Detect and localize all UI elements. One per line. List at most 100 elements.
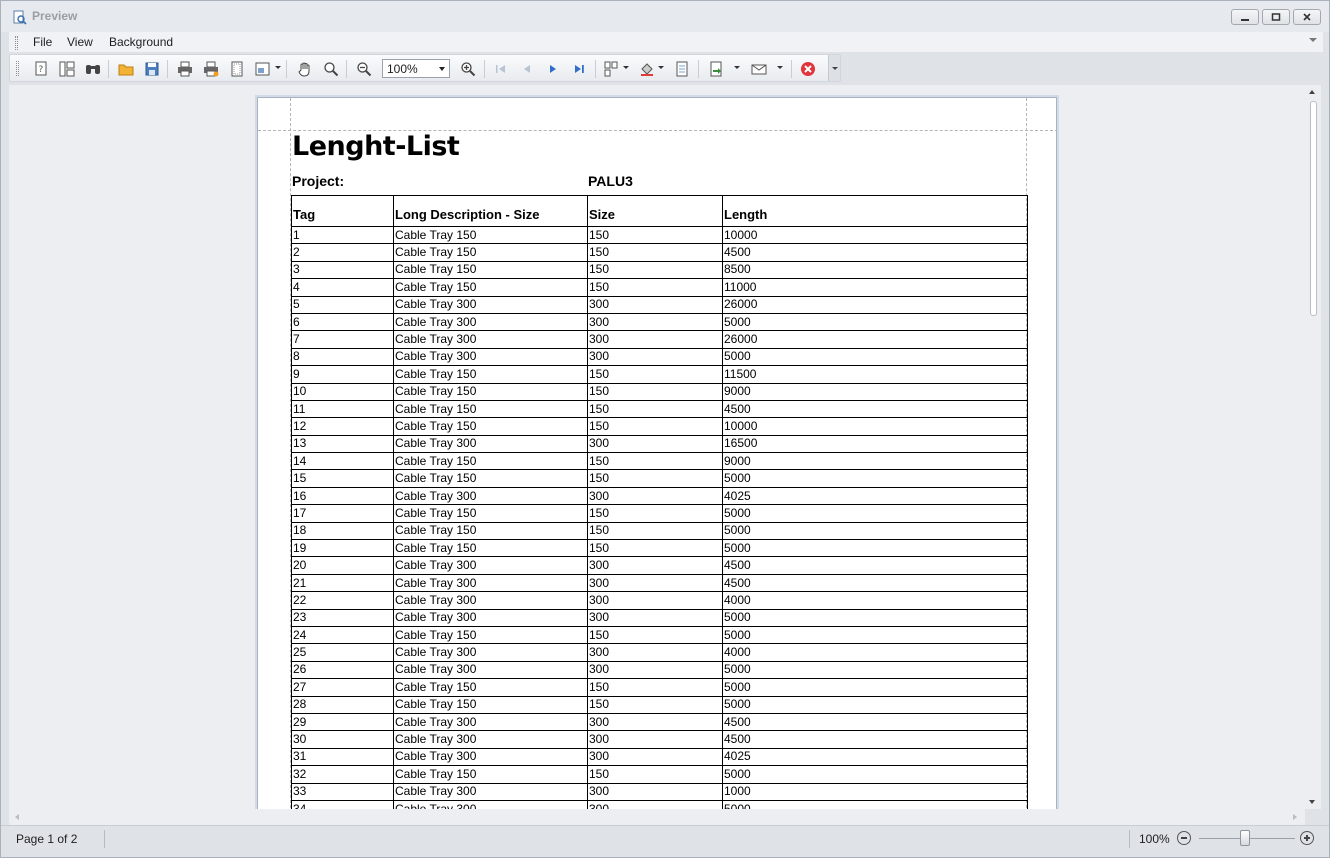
- cell-description: Cable Tray 150: [393, 365, 588, 384]
- open-icon[interactable]: [117, 60, 135, 78]
- zoom-out-button[interactable]: [1177, 831, 1191, 845]
- previous-page-icon[interactable]: [518, 60, 536, 78]
- table-row: 34 Cable Tray 300 300 5000: [291, 799, 1028, 809]
- send-email-dropdown-icon[interactable]: [777, 66, 783, 69]
- cell-length: 10000: [722, 225, 1028, 245]
- cell-length: 5000: [722, 504, 1028, 523]
- export-dropdown-icon[interactable]: [734, 66, 740, 69]
- cell-size: 300: [587, 434, 723, 454]
- help-icon[interactable]: ?: [32, 60, 50, 78]
- zoom-in-button[interactable]: [1300, 831, 1314, 845]
- cell-tag: 22: [291, 591, 394, 610]
- export-icon[interactable]: [707, 60, 725, 78]
- background-color-dropdown-icon[interactable]: [658, 66, 664, 69]
- search-icon[interactable]: [84, 60, 102, 78]
- cell-tag: 11: [291, 399, 394, 419]
- toolbar-grip[interactable]: [16, 61, 19, 76]
- cell-description: Cable Tray 150: [393, 625, 588, 645]
- zoom-in-icon[interactable]: [459, 60, 477, 78]
- cell-size: 150: [587, 765, 723, 784]
- status-separator: [1129, 830, 1130, 848]
- cell-size: 150: [587, 278, 723, 297]
- cell-tag: 7: [291, 330, 394, 349]
- multiple-pages-icon[interactable]: [603, 60, 621, 78]
- cell-size: 150: [587, 695, 723, 714]
- maximize-button[interactable]: [1262, 9, 1290, 25]
- horizontal-scrollbar[interactable]: [9, 809, 1305, 825]
- scroll-right-icon[interactable]: [1293, 814, 1297, 820]
- cell-size: 150: [587, 225, 723, 245]
- cell-tag: 28: [291, 695, 394, 714]
- save-icon[interactable]: [143, 60, 161, 78]
- minimize-button[interactable]: [1231, 9, 1259, 25]
- zoom-combo[interactable]: 100%: [382, 59, 450, 78]
- scale-icon[interactable]: [254, 60, 272, 78]
- menu-background[interactable]: Background: [109, 35, 173, 49]
- vertical-scrollbar[interactable]: [1305, 85, 1321, 809]
- page-setup-icon[interactable]: [228, 60, 246, 78]
- hand-tool-icon[interactable]: [296, 60, 314, 78]
- cell-description: Cable Tray 300: [393, 782, 588, 801]
- scroll-down-icon[interactable]: [1309, 800, 1315, 804]
- vertical-scroll-thumb[interactable]: [1310, 101, 1317, 316]
- cell-description: Cable Tray 150: [393, 678, 588, 697]
- close-preview-icon[interactable]: [799, 60, 817, 78]
- quick-print-icon[interactable]: [202, 60, 220, 78]
- column-header-tag: Tag: [291, 195, 394, 227]
- close-icon: [1303, 13, 1311, 21]
- table-row: 15 Cable Tray 150 150 5000: [291, 469, 1028, 488]
- cell-length: 8500: [722, 260, 1028, 280]
- watermark-icon[interactable]: [673, 60, 691, 78]
- cell-tag: 13: [291, 434, 394, 454]
- cell-description: Cable Tray 300: [393, 660, 588, 680]
- table-row: 30 Cable Tray 300 300 4500: [291, 730, 1028, 749]
- menu-view[interactable]: View: [67, 35, 93, 49]
- window-title: Preview: [32, 9, 78, 23]
- multiple-pages-dropdown-icon[interactable]: [623, 66, 629, 69]
- magnifier-icon[interactable]: [322, 60, 340, 78]
- toolbar-overflow-button[interactable]: [828, 55, 840, 81]
- cell-tag: 27: [291, 678, 394, 697]
- cell-description: Cable Tray 150: [393, 399, 588, 419]
- cell-description: Cable Tray 300: [393, 295, 588, 314]
- cell-size: 150: [587, 625, 723, 645]
- restore-icon: [1271, 13, 1281, 21]
- table-row: 16 Cable Tray 300 300 4025: [291, 486, 1028, 506]
- toolbar-separator: [484, 60, 485, 78]
- first-page-icon[interactable]: [492, 60, 510, 78]
- cell-size: 300: [587, 730, 723, 749]
- cell-size: 150: [587, 260, 723, 280]
- table-row: 10 Cable Tray 150 150 9000: [291, 382, 1028, 401]
- scroll-up-icon[interactable]: [1309, 90, 1315, 94]
- close-window-button[interactable]: [1293, 9, 1321, 25]
- zoom-slider-thumb[interactable]: [1240, 830, 1250, 846]
- menu-overflow-icon[interactable]: [1309, 38, 1317, 42]
- parameters-icon[interactable]: [58, 60, 76, 78]
- cell-description: Cable Tray 300: [393, 591, 588, 610]
- table-row: 17 Cable Tray 150 150 5000: [291, 504, 1028, 523]
- cell-length: 4500: [722, 399, 1028, 419]
- cell-length: 4500: [722, 556, 1028, 575]
- cell-size: 300: [587, 608, 723, 627]
- menu-grip[interactable]: [15, 36, 18, 50]
- background-color-icon[interactable]: [638, 60, 656, 78]
- menu-file[interactable]: File: [33, 35, 52, 49]
- last-page-icon[interactable]: [570, 60, 588, 78]
- table-row: 11 Cable Tray 150 150 4500: [291, 399, 1028, 419]
- table-row: 25 Cable Tray 300 300 4000: [291, 643, 1028, 662]
- table-row: 2 Cable Tray 150 150 4500: [291, 243, 1028, 262]
- table-row: 29 Cable Tray 300 300 4500: [291, 712, 1028, 732]
- chevron-down-icon[interactable]: [439, 67, 445, 71]
- send-email-icon[interactable]: [750, 60, 768, 78]
- scroll-left-icon[interactable]: [15, 814, 19, 820]
- document-viewport[interactable]: Lenght-List Project: PALU3 Tag Long Desc…: [9, 85, 1305, 809]
- print-icon[interactable]: [176, 60, 194, 78]
- zoom-out-icon[interactable]: [355, 60, 373, 78]
- length-table: Tag Long Description - Size Size Length …: [291, 195, 1028, 809]
- cell-description: Cable Tray 300: [393, 712, 588, 732]
- scale-dropdown-icon[interactable]: [275, 66, 281, 69]
- toolbar-separator: [595, 60, 596, 78]
- next-page-icon[interactable]: [544, 60, 562, 78]
- cell-length: 5000: [722, 469, 1028, 488]
- cell-description: Cable Tray 150: [393, 452, 588, 471]
